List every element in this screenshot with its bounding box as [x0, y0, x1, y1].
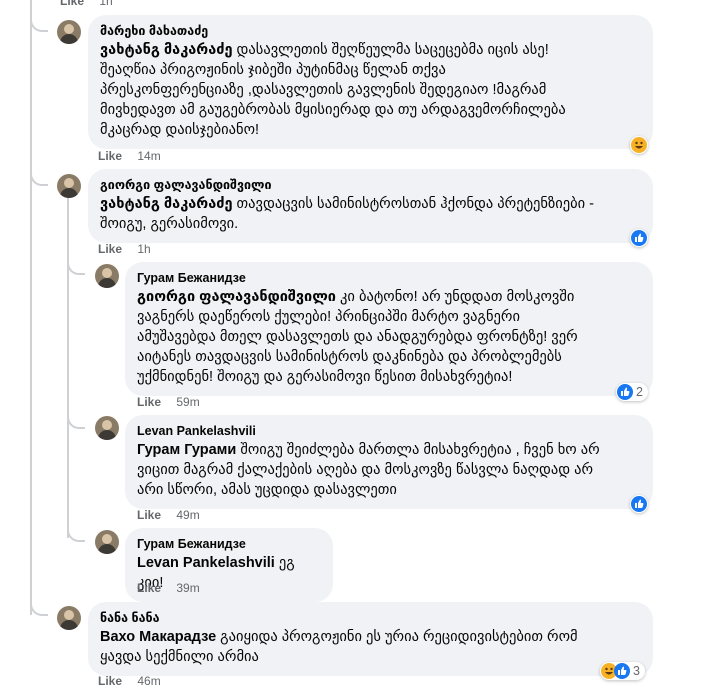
comment-author[interactable]: Гурам Бежанидзе [137, 536, 321, 552]
reaction-summary[interactable]: 3 [600, 662, 645, 680]
comment-meta: Like 46m [98, 674, 161, 688]
haha-reaction-icon [631, 137, 647, 153]
like-button[interactable]: Like [137, 395, 161, 409]
avatar[interactable] [95, 416, 119, 440]
like-button[interactable]: Like [137, 581, 161, 595]
comment-meta: Like 59m [137, 395, 200, 409]
comment-bubble: Levan Pankelashvili Гурам Гурами შოიგუ შ… [125, 415, 653, 509]
avatar[interactable] [95, 264, 119, 288]
comment-author[interactable]: მარეხი მახათაძე [100, 23, 641, 39]
like-reaction-icon [631, 496, 647, 512]
comment-text: ვახტანგ მაკარაძე დასავლეთის შეღწეულმა სა… [100, 42, 566, 138]
reaction-count: 3 [633, 664, 640, 678]
like-button[interactable]: Like [98, 242, 122, 256]
thread-line-replies [67, 198, 69, 538]
reaction-summary[interactable]: 2 [616, 383, 648, 401]
like-reaction-icon [631, 230, 647, 246]
timestamp[interactable]: 14m [137, 149, 160, 163]
thread-branch [30, 600, 48, 616]
top-comment-meta: Like 1h [60, 0, 113, 8]
comment-text: გიორგი ფალავანდიშვილი კი ბატონო! არ უნდდ… [137, 289, 578, 385]
like-reaction-icon [614, 663, 630, 679]
timestamp: 1h [99, 0, 113, 8]
mention-link[interactable]: Levan Pankelashvili [137, 555, 275, 571]
comment-meta: Like 49m [137, 508, 200, 522]
comment-author[interactable]: Levan Pankelashvili [137, 423, 641, 439]
thread-branch [67, 259, 85, 275]
mention-link[interactable]: გიორგი ფალავანდიშვილი [137, 289, 336, 305]
thread-line-main [30, 0, 32, 615]
comment-meta: Like 39m [137, 581, 200, 595]
timestamp[interactable]: 49m [176, 508, 199, 522]
comment-author[interactable]: გიორგი ფალავანდიშვილი [100, 177, 641, 193]
comment-meta: Like 1h [98, 242, 151, 256]
avatar[interactable] [95, 530, 119, 554]
thread-branch [67, 526, 85, 542]
timestamp[interactable]: 46m [137, 674, 160, 688]
avatar[interactable] [57, 174, 81, 198]
like-button[interactable]: Like [98, 149, 122, 163]
comment-author[interactable]: Гурам Бежанидзе [137, 270, 641, 286]
comment-bubble: გიორგი ფალავანდიშვილი ვახტანგ მაკარაძე თ… [88, 169, 653, 243]
like-button[interactable]: Like [137, 508, 161, 522]
thread-branch [30, 16, 48, 32]
comment-text: ვახტანგ მაკარაძე თავდაცვის სამინისტროსთა… [100, 196, 594, 232]
mention-link[interactable]: ვახტანგ მაკარაძე [100, 196, 233, 212]
thread-branch [67, 413, 85, 429]
mention-link[interactable]: Вахо Макарадзе [100, 629, 216, 645]
like-button[interactable]: Like [60, 0, 84, 8]
comment-meta: Like 14m [98, 149, 161, 163]
thread-branch [30, 170, 48, 186]
comment-bubble: ნანა ნანა Вахо Макарадзе გაიყიდა პროგოჟი… [88, 602, 653, 676]
comment-bubble: Гурам Бежанидзе გიორგი ფალავანდიშვილი კი… [125, 262, 653, 396]
reaction-count: 2 [636, 385, 643, 399]
mention-link[interactable]: ვახტანგ მაკარაძე [100, 42, 233, 58]
avatar[interactable] [57, 20, 81, 44]
timestamp[interactable]: 39m [176, 581, 199, 595]
comment-text: Гурам Гурами შოიგუ შეიძლება მართლა მისახ… [137, 442, 600, 498]
mention-link[interactable]: Гурам Гурами [137, 442, 236, 458]
avatar[interactable] [57, 606, 81, 630]
reaction-summary[interactable] [630, 229, 648, 247]
like-button[interactable]: Like [98, 674, 122, 688]
comment-author[interactable]: ნანა ნანა [100, 610, 641, 626]
timestamp[interactable]: 59m [176, 395, 199, 409]
reaction-summary[interactable] [630, 495, 648, 513]
like-reaction-icon [617, 384, 633, 400]
comment-text: Вахо Макарадзе გაიყიდა პროგოჟინი ეს ურია… [100, 629, 578, 665]
reaction-summary[interactable] [630, 136, 648, 154]
comment-bubble: მარეხი მახათაძე ვახტანგ მაკარაძე დასავლე… [88, 15, 653, 149]
timestamp[interactable]: 1h [137, 242, 150, 256]
